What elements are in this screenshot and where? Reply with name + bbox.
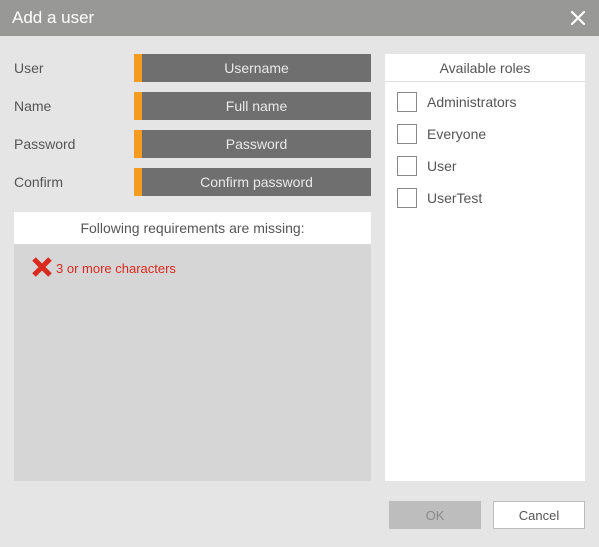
form-row-name: Name <box>14 92 371 120</box>
role-item-usertest[interactable]: UserTest <box>397 188 573 208</box>
accent-bar <box>134 92 142 120</box>
checkbox[interactable] <box>397 156 417 176</box>
dialog-footer: OK Cancel <box>0 491 599 547</box>
close-icon[interactable] <box>569 9 587 27</box>
requirements-header: Following requirements are missing: <box>14 212 371 245</box>
user-label: User <box>14 60 134 76</box>
role-label: User <box>427 158 457 174</box>
input-wrap <box>134 130 371 158</box>
role-label: Everyone <box>427 126 486 142</box>
checkbox[interactable] <box>397 188 417 208</box>
role-item-user[interactable]: User <box>397 156 573 176</box>
confirm-label: Confirm <box>14 174 134 190</box>
accent-bar <box>134 130 142 158</box>
fullname-input[interactable] <box>142 92 371 120</box>
checkbox[interactable] <box>397 92 417 112</box>
ok-button[interactable]: OK <box>389 501 481 529</box>
role-label: Administrators <box>427 94 516 110</box>
requirement-text: 3 or more characters <box>56 261 176 276</box>
checkbox[interactable] <box>397 124 417 144</box>
form-row-confirm: Confirm <box>14 168 371 196</box>
input-wrap <box>134 54 371 82</box>
role-label: UserTest <box>427 190 482 206</box>
right-column: Available roles Administrators Everyone … <box>385 54 585 481</box>
roles-header: Available roles <box>385 54 585 82</box>
accent-bar <box>134 168 142 196</box>
dialog-title: Add a user <box>12 8 94 28</box>
input-wrap <box>134 168 371 196</box>
add-user-dialog: Add a user User Name Passwor <box>0 0 599 547</box>
password-input[interactable] <box>142 130 371 158</box>
cancel-button[interactable]: Cancel <box>493 501 585 529</box>
confirm-password-input[interactable] <box>142 168 371 196</box>
roles-body: Administrators Everyone User UserTest <box>385 82 585 481</box>
name-label: Name <box>14 98 134 114</box>
username-input[interactable] <box>142 54 371 82</box>
error-icon <box>30 255 54 282</box>
requirement-item: 3 or more characters <box>30 255 363 282</box>
form-row-user: User <box>14 54 371 82</box>
accent-bar <box>134 54 142 82</box>
input-wrap <box>134 92 371 120</box>
titlebar: Add a user <box>0 0 599 36</box>
left-column: User Name Password <box>14 54 371 481</box>
role-item-administrators[interactable]: Administrators <box>397 92 573 112</box>
requirements-body: 3 or more characters <box>14 245 371 481</box>
role-item-everyone[interactable]: Everyone <box>397 124 573 144</box>
form-row-password: Password <box>14 130 371 158</box>
password-label: Password <box>14 136 134 152</box>
dialog-content: User Name Password <box>0 36 599 491</box>
